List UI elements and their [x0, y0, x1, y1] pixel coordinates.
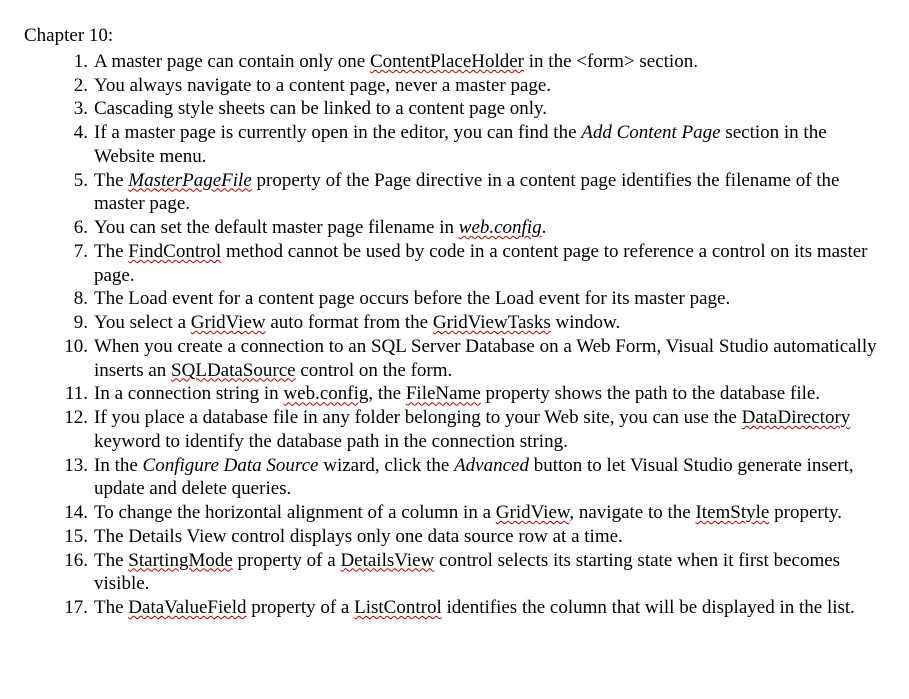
text-segment: Configure Data Source: [143, 455, 319, 476]
text-segment: You select a: [94, 312, 191, 333]
list-item: When you create a connection to an SQL S…: [94, 335, 879, 383]
text-segment: Advanced: [454, 455, 529, 476]
text-segment: A master page can contain only one: [94, 51, 370, 72]
text-segment: ListControl: [354, 597, 442, 618]
text-segment: SQLDataSource: [171, 360, 296, 381]
text-segment: auto format from the: [266, 312, 433, 333]
text-segment: control on the form.: [296, 360, 453, 381]
text-segment: If a master page is currently open in th…: [94, 122, 581, 143]
text-segment: You always navigate to a content page, n…: [94, 75, 551, 96]
list-item: Cascading style sheets can be linked to …: [94, 97, 879, 121]
list-item: In a connection string in web.config, th…: [94, 382, 879, 406]
text-segment: web.config: [283, 383, 368, 404]
text-segment: MasterPageFile: [128, 170, 251, 191]
list-item: A master page can contain only one Conte…: [94, 50, 879, 74]
list-item: The Details View control displays only o…: [94, 525, 879, 549]
text-segment: , the: [368, 383, 405, 404]
text-segment: GridView: [496, 502, 570, 523]
text-segment: window.: [551, 312, 621, 333]
text-segment: The: [94, 597, 128, 618]
text-segment: , navigate to the: [569, 502, 695, 523]
text-segment: In a connection string in: [94, 383, 283, 404]
text-segment: FindControl: [128, 241, 221, 262]
text-segment: web.config: [459, 217, 542, 238]
text-segment: If you place a database file in any fold…: [94, 407, 742, 428]
text-segment: StartingMode: [128, 550, 233, 571]
text-segment: DetailsView: [340, 550, 434, 571]
text-segment: To change the horizontal alignment of a …: [94, 502, 496, 523]
text-segment: GridViewTasks: [433, 312, 551, 333]
list-item: The Load event for a content page occurs…: [94, 287, 879, 311]
text-segment: FileName: [406, 383, 481, 404]
text-segment: wizard, click the: [318, 455, 454, 476]
list-item: In the Configure Data Source wizard, cli…: [94, 454, 879, 502]
chapter-title: Chapter 10:: [24, 24, 879, 48]
text-segment: DataValueField: [128, 597, 246, 618]
text-segment: The: [94, 170, 128, 191]
text-segment: Add Content Page: [581, 122, 720, 143]
list-item: If you place a database file in any fold…: [94, 406, 879, 454]
text-segment: In the: [94, 455, 143, 476]
text-segment: The: [94, 241, 128, 262]
list-item: The MasterPageFile property of the Page …: [94, 169, 879, 217]
item-list: A master page can contain only one Conte…: [24, 50, 879, 620]
text-segment: The Details View control displays only o…: [94, 526, 623, 547]
list-item: You always navigate to a content page, n…: [94, 74, 879, 98]
text-segment: Cascading style sheets can be linked to …: [94, 98, 547, 119]
list-item: The DataValueField property of a ListCon…: [94, 596, 879, 620]
text-segment: You can set the default master page file…: [94, 217, 459, 238]
text-segment: DataDirectory: [742, 407, 851, 428]
list-item: You select a GridView auto format from t…: [94, 311, 879, 335]
text-segment: .: [542, 217, 547, 238]
text-segment: property of a: [246, 597, 354, 618]
text-segment: The Load event for a content page occurs…: [94, 288, 730, 309]
list-item: If a master page is currently open in th…: [94, 121, 879, 169]
text-segment: The: [94, 550, 128, 571]
text-segment: identifies the column that will be displ…: [442, 597, 855, 618]
text-segment: keyword to identify the database path in…: [94, 431, 568, 452]
text-segment: property shows the path to the database …: [481, 383, 820, 404]
text-segment: property of a: [233, 550, 341, 571]
text-segment: ItemStyle: [695, 502, 769, 523]
text-segment: property.: [769, 502, 842, 523]
list-item: The StartingMode property of a DetailsVi…: [94, 549, 879, 597]
list-item: The FindControl method cannot be used by…: [94, 240, 879, 288]
list-item: To change the horizontal alignment of a …: [94, 501, 879, 525]
text-segment: in the <form> section.: [524, 51, 698, 72]
list-item: You can set the default master page file…: [94, 216, 879, 240]
text-segment: GridView: [191, 312, 266, 333]
text-segment: ContentPlaceHolder: [370, 51, 524, 72]
